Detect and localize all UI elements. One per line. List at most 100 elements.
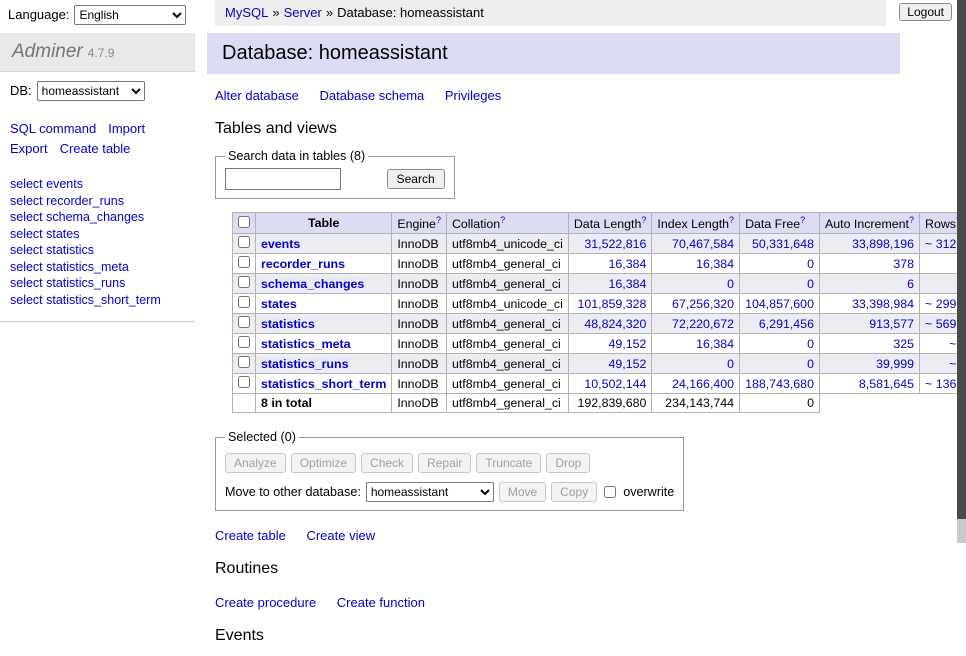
adminer-logo-link[interactable]: Adminer: [12, 41, 83, 62]
move-db-select[interactable]: homeassistant: [366, 482, 494, 502]
row-checkbox[interactable]: [238, 376, 250, 388]
scrollbar-thumb[interactable]: [957, 0, 966, 519]
table-row: statesInnoDButf8mb4_unicode_ci101,859,32…: [233, 294, 966, 314]
help-link[interactable]: ?: [500, 215, 505, 225]
sql-command-link[interactable]: SQL command: [10, 121, 96, 136]
help-link[interactable]: ?: [800, 215, 805, 225]
table-name-link[interactable]: recorder_runs: [261, 257, 345, 271]
data-length-link[interactable]: 101,859,328: [577, 297, 646, 311]
move-button[interactable]: Move: [499, 482, 546, 502]
import-link[interactable]: Import: [108, 121, 145, 136]
data-free-link[interactable]: 0: [807, 257, 814, 271]
alter-database-link[interactable]: Alter database: [215, 88, 299, 103]
row-checkbox[interactable]: [238, 276, 250, 288]
auto-increment-link[interactable]: 33,898,196: [852, 237, 914, 251]
auto-increment-link[interactable]: 913,577: [869, 317, 914, 331]
row-checkbox[interactable]: [238, 316, 250, 328]
table-name-link[interactable]: statistics: [261, 317, 315, 331]
data-free-link[interactable]: 188,743,680: [745, 377, 814, 391]
help-link[interactable]: ?: [729, 215, 734, 225]
table-name-cell: statistics_runs: [256, 354, 392, 374]
auto-increment-link[interactable]: 33,398,984: [852, 297, 914, 311]
index-length-link[interactable]: 0: [727, 357, 734, 371]
sidebar-table-link[interactable]: select states: [10, 226, 185, 243]
data-length-link[interactable]: 16,384: [608, 277, 646, 291]
index-length-link[interactable]: 16,384: [696, 337, 734, 351]
help-link[interactable]: ?: [909, 215, 914, 225]
create-table-link[interactable]: Create table: [215, 528, 286, 543]
auto-increment-link[interactable]: 39,999: [876, 357, 914, 371]
export-link[interactable]: Export: [10, 141, 48, 156]
sidebar-table-link[interactable]: select recorder_runs: [10, 193, 185, 210]
auto-increment-link[interactable]: 6: [907, 277, 914, 291]
breadcrumb-mysql-link[interactable]: MySQL: [225, 5, 268, 20]
sidebar-table-link[interactable]: select statistics_meta: [10, 259, 185, 276]
table-name-link[interactable]: states: [261, 297, 297, 311]
auto-increment-link[interactable]: 325: [893, 337, 914, 351]
auto-increment-link[interactable]: 378: [893, 257, 914, 271]
row-checkbox[interactable]: [238, 356, 250, 368]
search-input[interactable]: [225, 168, 341, 190]
index-length-link[interactable]: 0: [727, 277, 734, 291]
data-length-link[interactable]: 49,152: [608, 357, 646, 371]
data-length-link[interactable]: 16,384: [608, 257, 646, 271]
truncate-button[interactable]: Truncate: [476, 453, 541, 473]
index-length-link[interactable]: 67,256,320: [672, 297, 734, 311]
create-view-link[interactable]: Create view: [306, 528, 375, 543]
logout-button[interactable]: Logout: [899, 3, 952, 21]
sidebar-table-link[interactable]: select schema_changes: [10, 209, 185, 226]
column-header-collation: Collation?: [446, 213, 568, 234]
auto-increment-link[interactable]: 8,581,645: [859, 377, 914, 391]
sidebar-table-link[interactable]: select events: [10, 176, 185, 193]
data-free-link[interactable]: 50,331,648: [752, 237, 814, 251]
index-length-link[interactable]: 16,384: [696, 257, 734, 271]
table-name-link[interactable]: statistics_runs: [261, 357, 348, 371]
row-select-cell: [233, 374, 256, 394]
language-label: Language:: [8, 7, 69, 22]
overwrite-checkbox[interactable]: [604, 486, 616, 498]
sidebar-table-link[interactable]: select statistics_short_term: [10, 292, 185, 309]
search-button[interactable]: Search: [387, 169, 445, 189]
row-checkbox[interactable]: [238, 336, 250, 348]
table-name-link[interactable]: schema_changes: [261, 277, 364, 291]
database-schema-link[interactable]: Database schema: [319, 88, 424, 103]
language-select[interactable]: English: [74, 5, 186, 25]
optimize-button[interactable]: Optimize: [291, 453, 356, 473]
index-length-link[interactable]: 24,166,400: [672, 377, 734, 391]
table-name-link[interactable]: statistics_short_term: [261, 377, 386, 391]
select-all-checkbox[interactable]: [238, 216, 250, 228]
scrollbar[interactable]: [957, 0, 966, 543]
analyze-button[interactable]: Analyze: [225, 453, 286, 473]
index-length-link[interactable]: 70,467,584: [672, 237, 734, 251]
table-name-link[interactable]: statistics_meta: [261, 337, 351, 351]
data-free-link[interactable]: 0: [807, 337, 814, 351]
data-length-link[interactable]: 49,152: [608, 337, 646, 351]
help-link[interactable]: ?: [641, 215, 646, 225]
data-free-link[interactable]: 6,291,456: [759, 317, 814, 331]
copy-button[interactable]: Copy: [551, 482, 597, 502]
table-name-link[interactable]: events: [261, 237, 300, 251]
privileges-link[interactable]: Privileges: [445, 88, 501, 103]
check-button[interactable]: Check: [361, 453, 413, 473]
create-function-link[interactable]: Create function: [337, 595, 425, 610]
sidebar-table-link[interactable]: select statistics_runs: [10, 275, 185, 292]
create-procedure-link[interactable]: Create procedure: [215, 595, 316, 610]
help-link[interactable]: ?: [436, 215, 441, 225]
table-name-cell: statistics: [256, 314, 392, 334]
row-checkbox[interactable]: [238, 256, 250, 268]
row-checkbox[interactable]: [238, 296, 250, 308]
index-length-link[interactable]: 72,220,672: [672, 317, 734, 331]
data-length-link[interactable]: 10,502,144: [584, 377, 646, 391]
data-free-link[interactable]: 0: [807, 277, 814, 291]
sidebar-create-table-link[interactable]: Create table: [60, 141, 131, 156]
data-length-link[interactable]: 31,522,816: [584, 237, 646, 251]
data-length-link[interactable]: 48,824,320: [584, 317, 646, 331]
db-select[interactable]: homeassistant: [37, 81, 145, 101]
sidebar-table-link[interactable]: select statistics: [10, 242, 185, 259]
data-free-link[interactable]: 104,857,600: [745, 297, 814, 311]
breadcrumb-server-link[interactable]: Server: [284, 5, 322, 20]
row-checkbox[interactable]: [238, 236, 250, 248]
drop-button[interactable]: Drop: [546, 453, 590, 473]
data-free-link[interactable]: 0: [807, 357, 814, 371]
repair-button[interactable]: Repair: [418, 453, 471, 473]
